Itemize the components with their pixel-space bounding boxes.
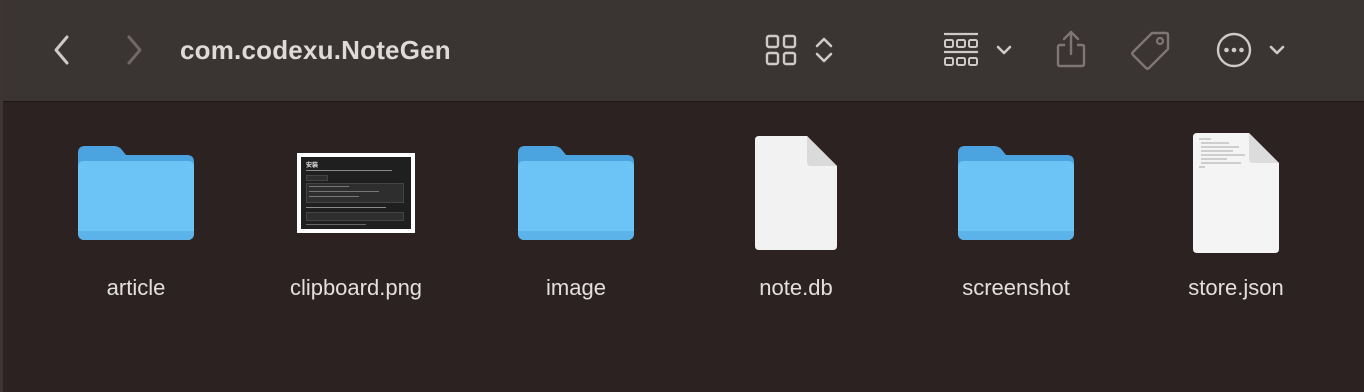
file-name: clipboard.png (289, 275, 423, 300)
file-item-screenshot[interactable]: screenshot (906, 103, 1126, 392)
file-grid: article 安装 clipboard.png image note.db s… (3, 103, 1364, 392)
folder-icon (518, 146, 634, 240)
file-name: screenshot (962, 275, 1070, 300)
more-actions-button[interactable] (1213, 28, 1289, 72)
back-button[interactable] (47, 30, 77, 70)
text-document-icon (1193, 133, 1279, 253)
thumbnail-title: 安装 (306, 163, 319, 169)
finder-window: com.codexu.NoteGen article 安装 clipboard.… (0, 0, 1364, 392)
group-by-icon (944, 32, 978, 66)
chevron-down-icon (996, 45, 1012, 55)
folder-icon (958, 146, 1074, 240)
chevron-down-icon (1269, 45, 1285, 55)
image-thumbnail: 安装 (297, 153, 415, 233)
file-item-store-json[interactable]: store.json (1126, 103, 1346, 392)
share-icon (1056, 30, 1086, 68)
chevron-left-icon (54, 35, 69, 65)
file-item-image[interactable]: image (466, 103, 686, 392)
tag-icon (1131, 31, 1170, 70)
file-name: note.db (759, 275, 833, 300)
tag-button[interactable] (1127, 26, 1175, 72)
file-item-note-db[interactable]: note.db (686, 103, 906, 392)
window-title: com.codexu.NoteGen (180, 35, 451, 65)
forward-button[interactable] (119, 30, 149, 70)
chevron-right-icon (127, 35, 142, 65)
ellipsis-circle-icon (1216, 32, 1252, 68)
folder-icon (78, 146, 194, 240)
file-item-article[interactable]: article (26, 103, 246, 392)
toolbar: com.codexu.NoteGen (3, 0, 1364, 102)
file-name: store.json (1188, 275, 1284, 300)
file-name: image (546, 275, 606, 300)
icon-view-grid-icon (765, 34, 797, 66)
group-by-button[interactable] (937, 28, 1017, 72)
up-down-chevron-icon (815, 37, 833, 63)
view-mode-button[interactable] (759, 30, 843, 70)
share-button[interactable] (1051, 26, 1091, 72)
file-name: article (106, 275, 166, 300)
file-item-clipboard-png[interactable]: 安装 clipboard.png (246, 103, 466, 392)
document-icon (755, 136, 837, 250)
